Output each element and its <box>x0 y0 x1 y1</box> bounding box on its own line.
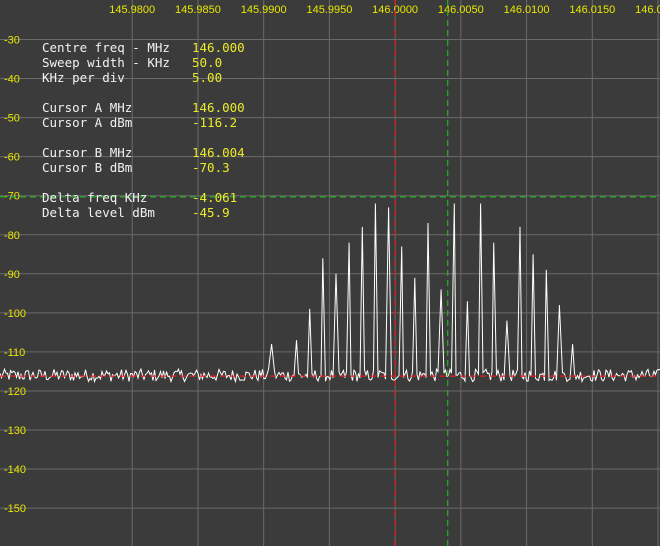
readout-khz-per-div: KHz per div 5.00 <box>42 70 245 85</box>
readout-label: Delta level dBm <box>42 205 155 220</box>
readout-cursor-a-level: Cursor A dBm -116.2 <box>42 115 245 130</box>
y-tick-label: -60 <box>4 152 20 164</box>
x-tick-label: 145.9950 <box>306 4 352 16</box>
x-axis-ticks: 145.9800 145.9850 145.9900 145.9950 146.0000… <box>109 4 660 16</box>
readout-value: 146.000 <box>192 40 245 55</box>
readout-label: Centre freq - MHz <box>42 40 170 55</box>
readout-value: 146.000 <box>192 100 245 115</box>
y-tick-label: -150 <box>4 503 26 515</box>
readout-label: Cursor B MHz <box>42 145 133 160</box>
x-tick-label: 146.0200 <box>635 4 660 16</box>
readout-delta-freq: Delta freq KHz -4.061 <box>42 190 245 205</box>
y-tick-label: -90 <box>4 269 20 281</box>
y-tick-label: -120 <box>4 386 26 398</box>
y-axis-ticks: -30-40-50-60-70-80-90-100-110-120-130-14… <box>4 35 26 516</box>
y-tick-label: -40 <box>4 74 20 86</box>
readout-label: Sweep width - KHz <box>42 55 170 70</box>
readout-cursor-b-freq: Cursor B MHz 146.004 <box>42 145 245 160</box>
y-tick-label: -130 <box>4 425 26 437</box>
measurement-readout: Centre freq - MHz 146.000 Sweep width - … <box>42 40 245 220</box>
x-tick-label: 146.0150 <box>569 4 615 16</box>
readout-label: Cursor A dBm <box>42 115 133 130</box>
readout-sweep-width: Sweep width - KHz 50.0 <box>42 55 245 70</box>
x-tick-label: 145.9900 <box>241 4 287 16</box>
y-tick-label: -30 <box>4 35 20 47</box>
readout-value: -70.3 <box>192 160 230 175</box>
readout-cursor-a-freq: Cursor A MHz 146.000 <box>42 100 245 115</box>
readout-value: -4.061 <box>192 190 238 205</box>
y-tick-label: -80 <box>4 230 20 242</box>
spectrum-trace-layer <box>0 203 660 384</box>
readout-label: KHz per div <box>42 70 125 85</box>
y-tick-label: -50 <box>4 113 20 125</box>
readout-value: -45.9 <box>192 205 230 220</box>
x-tick-label: 146.0100 <box>504 4 550 16</box>
readout-delta-level: Delta level dBm -45.9 <box>42 205 245 220</box>
readout-value: 50.0 <box>192 55 223 70</box>
readout-value: -116.2 <box>192 115 238 130</box>
x-tick-label: 146.0050 <box>438 4 484 16</box>
readout-value: 5.00 <box>192 70 223 85</box>
y-tick-label: -100 <box>4 308 26 320</box>
x-tick-label: 145.9850 <box>175 4 221 16</box>
readout-value: 146.004 <box>192 145 245 160</box>
x-tick-label: 145.9800 <box>109 4 155 16</box>
y-tick-label: -110 <box>4 347 25 359</box>
readout-cursor-b-level: Cursor B dBm -70.3 <box>42 160 245 175</box>
readout-label: Cursor A MHz <box>42 100 133 115</box>
spectrum-trace <box>0 203 660 384</box>
readout-label: Cursor B dBm <box>42 160 133 175</box>
spectrum-analyzer-display: 145.9800 145.9850 145.9900 145.9950 146.0000… <box>0 0 660 546</box>
readout-centre-freq: Centre freq - MHz 146.000 <box>42 40 245 55</box>
y-tick-label: -140 <box>4 464 26 476</box>
readout-label: Delta freq KHz <box>42 190 148 205</box>
